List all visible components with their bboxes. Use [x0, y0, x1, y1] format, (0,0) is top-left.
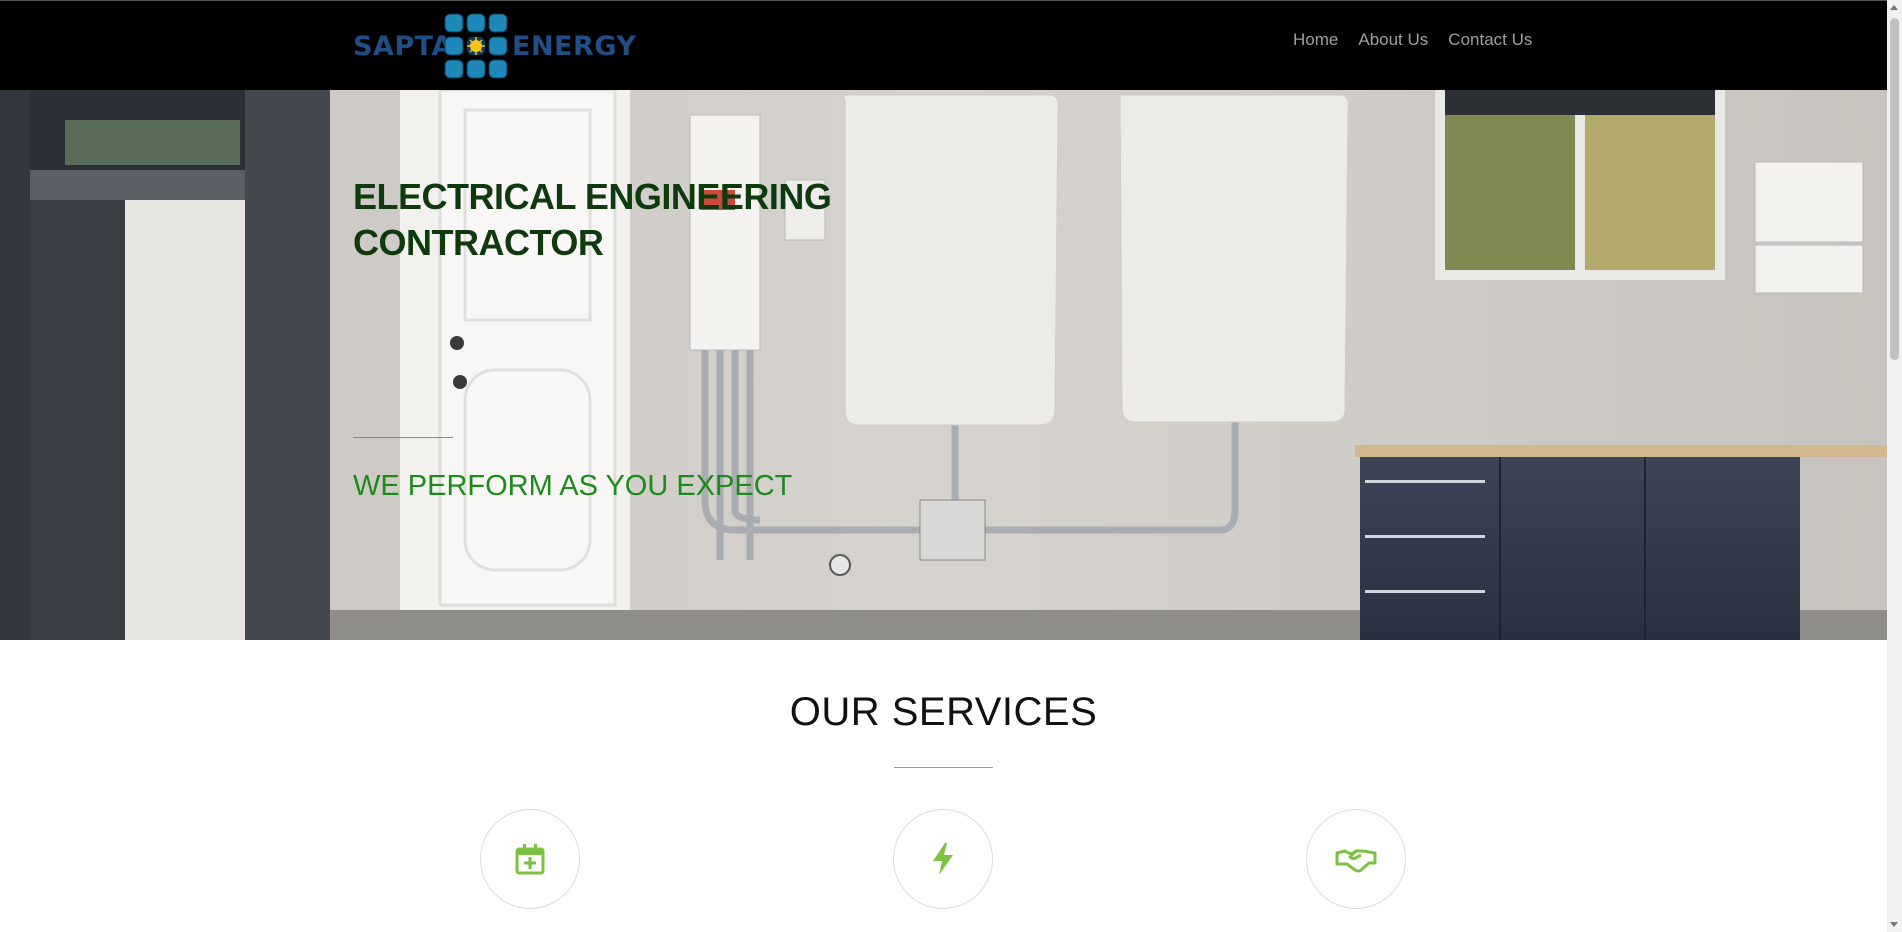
service-appointment-card[interactable]	[480, 809, 580, 909]
services-divider	[894, 767, 993, 768]
page-scrollbar[interactable]	[1887, 0, 1902, 932]
scroll-up-arrow[interactable]	[1890, 5, 1898, 10]
services-heading: OUR SERVICES	[789, 690, 1098, 734]
service-partnership-card[interactable]	[1306, 809, 1406, 909]
scrollbar-thumb[interactable]	[1890, 18, 1899, 360]
hero-title: ELECTRICAL ENGINEERING CONTRACTOR	[353, 174, 832, 266]
lightning-bolt-icon	[933, 843, 953, 875]
nav-contact-us[interactable]: Contact Us	[1448, 30, 1532, 50]
hero-background-image	[0, 90, 1887, 640]
main-nav: Home About Us Contact Us	[1293, 30, 1532, 50]
hero-tagline: WE PERFORM AS YOU EXPECT	[353, 470, 793, 502]
handshake-icon	[1335, 849, 1377, 873]
brand-logo[interactable]: SAPTA ENERGY	[352, 13, 636, 79]
brand-name-right: ENERGY	[512, 31, 637, 62]
nav-about-us[interactable]: About Us	[1358, 30, 1428, 50]
service-electrical-card[interactable]	[893, 809, 993, 909]
calendar-plus-icon	[515, 844, 545, 875]
hero-title-line2: CONTRACTOR	[353, 222, 604, 263]
hero-divider	[353, 437, 453, 438]
hero-title-line1: ELECTRICAL ENGINEERING	[353, 176, 832, 217]
nav-home[interactable]: Home	[1293, 30, 1338, 50]
scroll-down-arrow[interactable]	[1890, 922, 1898, 927]
top-navbar: SAPTA ENERGY Home About Us Contact Us	[0, 0, 1887, 90]
hero-banner: ELECTRICAL ENGINEERING CONTRACTOR WE PER…	[0, 90, 1887, 640]
solar-panel-icon	[444, 13, 508, 79]
brand-name-left: SAPTA	[353, 31, 453, 62]
